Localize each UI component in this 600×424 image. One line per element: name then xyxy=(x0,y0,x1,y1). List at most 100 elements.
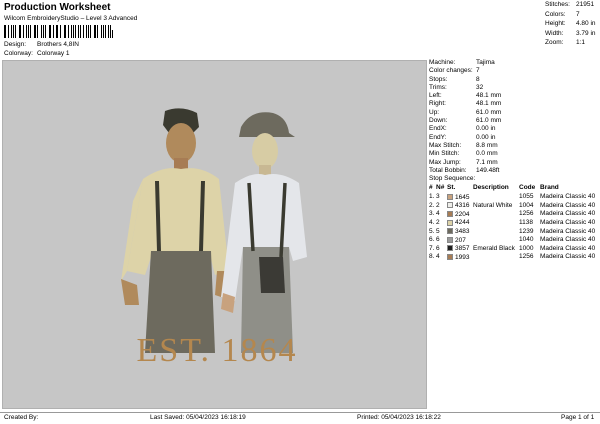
stop-num: 2. xyxy=(429,201,435,209)
stop-num: 6. xyxy=(429,236,435,244)
stitch-count-value: 4244 xyxy=(455,219,470,227)
thread-description: Emerald Black xyxy=(473,244,515,252)
embroidery-design: EST. 1864 xyxy=(121,108,307,369)
barcode-bar xyxy=(30,25,31,38)
thread-code: 1256 xyxy=(519,210,534,218)
col-header-stitches: St. xyxy=(447,183,456,191)
color-swatch xyxy=(447,193,453,200)
stop-sequence-row: 6. 6 207 1040 Madeira Classic 40 xyxy=(428,236,598,245)
design-value: Brothers 4,8IN xyxy=(37,41,79,48)
stitch-count: 4316 xyxy=(447,202,473,209)
stop-sequence-row: 8. 4 1993 1256 Madeira Classic 40 xyxy=(428,253,598,262)
info-panel: Machine: Tajima Color changes: 7 Stops: 8 Trim… xyxy=(428,59,598,409)
stop-sequence-row: 5. 5 3483 1239 Madeira Classic 40 xyxy=(428,228,598,237)
stop-sequence-row: 4. 2 4244 1138 Madeira Classic 40 xyxy=(428,219,598,228)
stitch-count-value: 3483 xyxy=(455,227,470,235)
created-by: Created By: xyxy=(4,414,39,421)
machine-info-value: 149.48ft xyxy=(476,166,500,174)
stitch-count: 1993 xyxy=(447,254,473,261)
color-swatch xyxy=(447,245,453,252)
color-swatch xyxy=(447,236,453,243)
needle-number: 5 xyxy=(436,227,440,235)
col-header-description: Description xyxy=(473,183,509,191)
stop-num: 4. xyxy=(429,218,435,226)
needle-number: 4 xyxy=(436,253,440,261)
stitch-count: 2204 xyxy=(447,211,473,218)
thread-brand: Madeira Classic 40 xyxy=(540,244,596,252)
col-header-num: # xyxy=(429,183,433,191)
stitch-count-value: 1645 xyxy=(455,193,470,201)
last-saved: Last Saved: 05/04/2023 16:18:19 xyxy=(150,414,246,421)
barcode-bar xyxy=(78,25,79,38)
color-swatch xyxy=(447,254,453,260)
stop-num: 3. xyxy=(429,210,435,218)
thread-code: 1055 xyxy=(519,193,534,201)
thread-brand: Madeira Classic 40 xyxy=(540,218,596,226)
thread-brand: Madeira Classic 40 xyxy=(540,227,596,235)
barcode-bar xyxy=(45,25,46,38)
col-header-brand: Brand xyxy=(540,183,559,191)
stop-num: 8. xyxy=(429,253,435,261)
color-swatch xyxy=(447,211,453,218)
thread-brand: Madeira Classic 40 xyxy=(540,201,596,209)
barcode-bar xyxy=(14,25,16,38)
thread-code: 1000 xyxy=(519,244,534,252)
machine-info-row: Right: 48.1 mm xyxy=(428,101,598,109)
design-stats: Stitches: 21951 Colors: 7 Height: 4.80 in W… xyxy=(545,1,600,50)
needle-number: 3 xyxy=(436,193,440,201)
stop-num: 1. xyxy=(429,193,435,201)
stop-sequence-row: 1. 3 1645 1055 Madeira Classic 40 xyxy=(428,193,598,202)
barcode-bar xyxy=(70,25,72,38)
barcode-bar xyxy=(37,25,39,38)
machine-info: Machine: Tajima Color changes: 7 Stops: 8 Trim… xyxy=(428,59,598,176)
barcode-bar xyxy=(108,25,110,38)
barcode-bar xyxy=(63,25,65,38)
colorway-row: Colorway: Colorway 1 xyxy=(4,50,70,58)
thread-code: 1239 xyxy=(519,227,534,235)
stop-sequence-rows: 1. 3 1645 1055 Madeira Classic 40 2. 2 4316 Natu… xyxy=(428,193,598,262)
stitch-count-value: 3857 xyxy=(455,245,470,253)
stat-row: Zoom: 1:1 xyxy=(545,39,600,50)
stop-sequence-header: # N# St. Description Code Brand xyxy=(428,183,598,194)
barcode xyxy=(4,25,116,38)
thread-brand: Madeira Classic 40 xyxy=(540,210,596,218)
stitch-count-value: 2204 xyxy=(455,210,470,218)
colorway-value: Colorway 1 xyxy=(37,50,70,57)
barcode-bar xyxy=(100,25,102,38)
worksheet-footer: Created By: Last Saved: 05/04/2023 16:18… xyxy=(0,412,600,424)
left-figure xyxy=(121,108,231,353)
barcode-bar xyxy=(7,25,9,38)
color-swatch xyxy=(447,202,453,209)
barcode-bar xyxy=(50,25,51,38)
machine-info-row: Trims: 32 xyxy=(428,84,598,93)
barcode-bar xyxy=(27,25,29,38)
machine-info-row: Left: 48.1 mm xyxy=(428,92,598,101)
stop-num: 5. xyxy=(429,227,435,235)
printed-date: Printed: 05/04/2023 16:18:22 xyxy=(357,414,441,421)
stitch-count: 3483 xyxy=(447,228,473,235)
thread-code: 1256 xyxy=(519,253,534,261)
worksheet-header: Production Worksheet Wilcom EmbroiderySt… xyxy=(0,0,545,60)
stitch-count-value: 4316 xyxy=(455,202,470,210)
stitch-count: 1645 xyxy=(447,193,473,201)
barcode-bar xyxy=(20,25,21,38)
col-header-code: Code xyxy=(519,183,536,191)
machine-info-row: Stops: 8 xyxy=(428,76,598,85)
thread-brand: Madeira Classic 40 xyxy=(540,193,596,201)
software-subtitle: Wilcom EmbroideryStudio – Level 3 Advanc… xyxy=(4,15,138,22)
thread-code: 1004 xyxy=(519,201,534,209)
stitch-count: 207 xyxy=(447,236,473,244)
design-label: Design: xyxy=(4,41,27,48)
col-header-needle: N# xyxy=(436,183,445,191)
stat-value: 1:1 xyxy=(576,39,586,46)
thread-code: 1138 xyxy=(519,218,533,226)
design-preview[interactable]: EST. 1864 xyxy=(2,60,427,409)
thread-description: Natural White xyxy=(473,201,513,209)
color-swatch xyxy=(447,228,453,235)
stitch-count: 3857 xyxy=(447,245,473,252)
design-row: Design: Brothers 4,8IN xyxy=(4,41,79,49)
stop-sequence-row: 2. 2 4316 Natural White 1004 Madeira Classic … xyxy=(428,202,598,211)
needle-number: 4 xyxy=(436,210,440,218)
barcode-bar xyxy=(79,25,81,38)
barcode-bar xyxy=(94,25,96,38)
